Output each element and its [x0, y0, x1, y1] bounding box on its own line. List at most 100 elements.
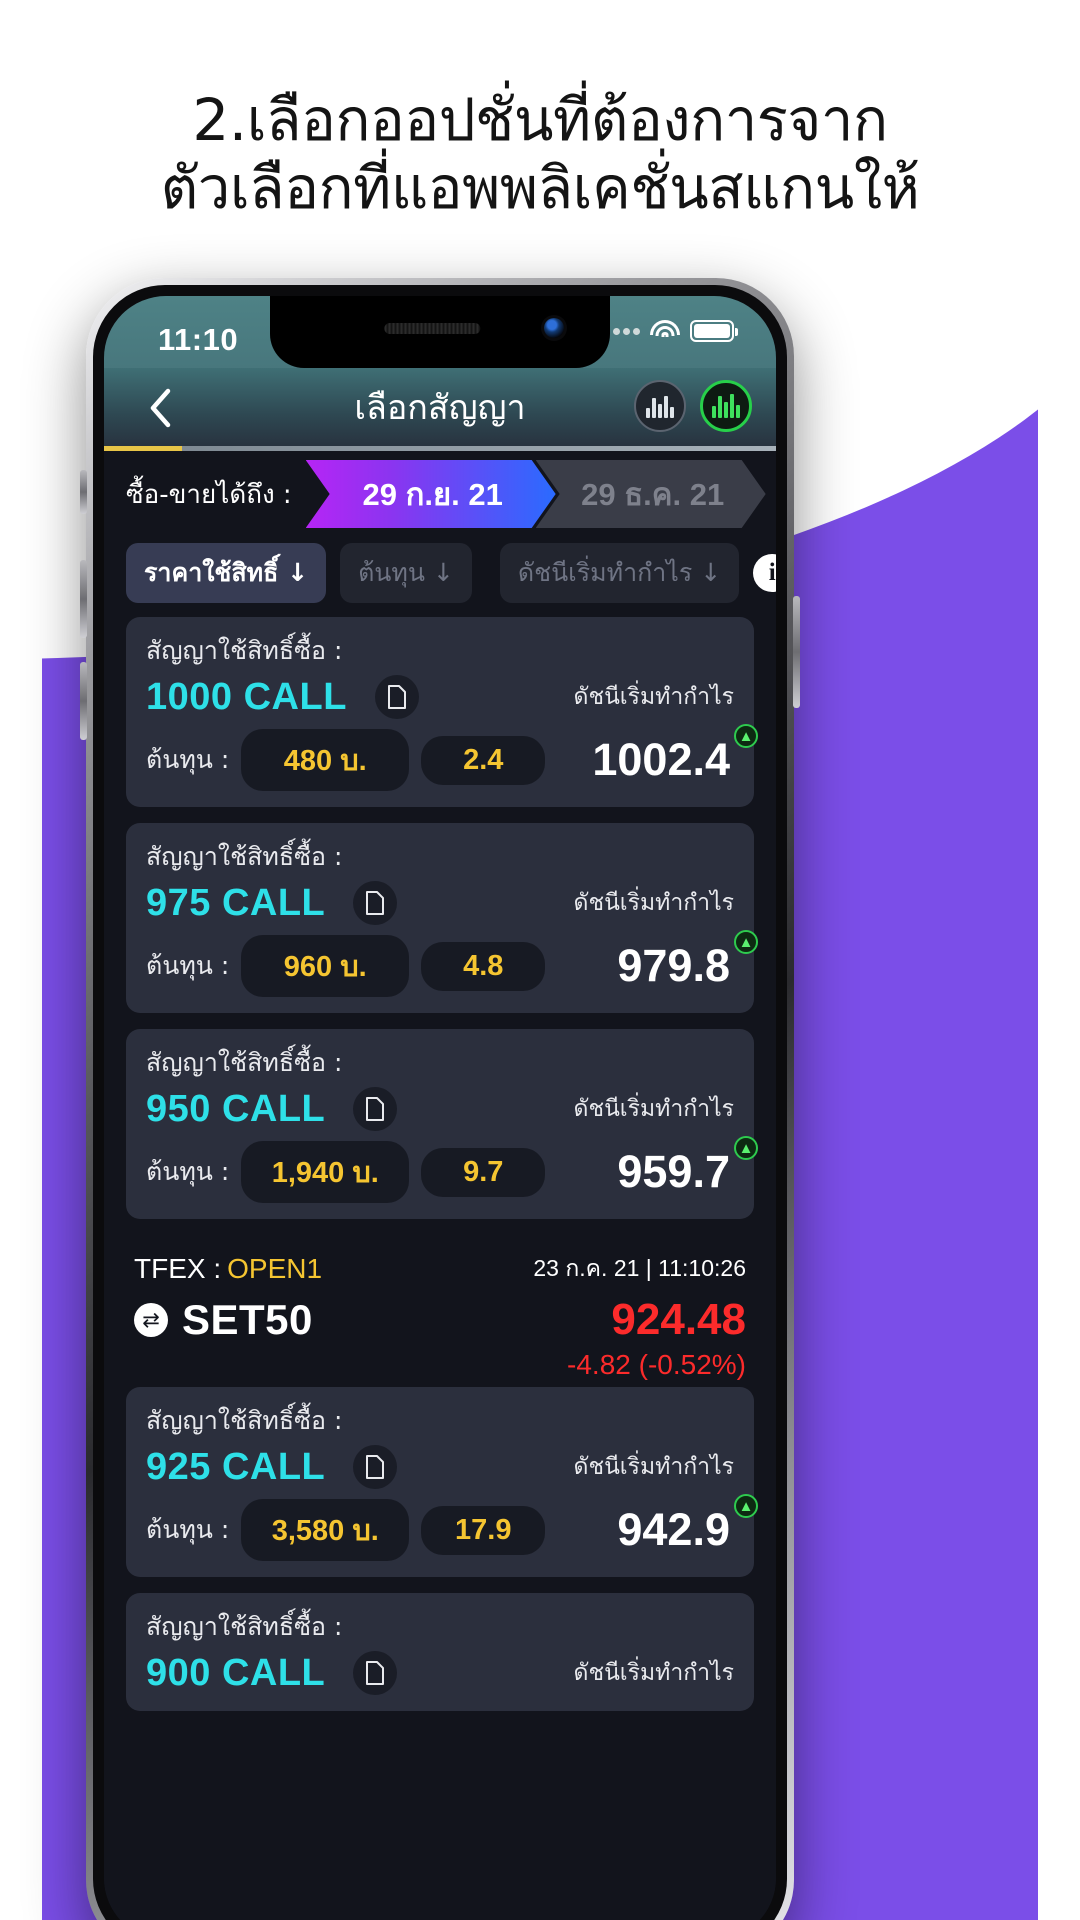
- card-strike-row: 1000 CALL ดัชนีเริ่มทำกำไร: [146, 675, 734, 719]
- breakeven-label: ดัชนีเริ่มทำกำไร: [573, 1096, 734, 1122]
- quote-change-row: -4.82 (-0.52%): [134, 1349, 746, 1381]
- cost-points-pill: 17.9: [421, 1505, 546, 1555]
- option-cards-bottom: สัญญาใช้สิทธิ์ซื้อ : 925 CALL ดัชนีเริ่ม…: [104, 1387, 776, 1711]
- filter-chip-strike-price[interactable]: ราคาใช้สิทธิ์ ↓: [126, 543, 327, 603]
- signal-chart-bars: [712, 394, 740, 418]
- page-root: 2.เลือกออปชั่นที่ต้องการจาก ตัวเลือกที่แ…: [0, 0, 1080, 1920]
- expiry-label: ซื้อ-ขายได้ถึง :: [126, 479, 292, 510]
- option-card[interactable]: สัญญาใช้สิทธิ์ซื้อ : 1000 CALL ดัชนีเริ่…: [126, 617, 758, 807]
- set50-quote-block[interactable]: TFEX : OPEN1 23 ก.ค. 21 | 11:10:26 ⇄ SET…: [104, 1235, 776, 1387]
- nav-action-icons: [634, 380, 752, 432]
- strike-price: 975 CALL: [146, 881, 326, 924]
- card-strike-row: 950 CALL ดัชนีเริ่มทำกำไร: [146, 1087, 734, 1131]
- copy-icon: [366, 1097, 385, 1121]
- copy-icon: [366, 891, 385, 915]
- info-icon[interactable]: i: [753, 554, 776, 592]
- chevron-left-icon: [150, 388, 171, 428]
- battery-icon: [690, 320, 738, 342]
- cost-label: ต้นทุน :: [146, 951, 230, 980]
- breakeven-number: 1002.4: [592, 734, 730, 785]
- expiry-tab-0[interactable]: 29 ก.ย. 21: [306, 460, 556, 528]
- contract-label: สัญญาใช้สิทธิ์ซื้อ :: [146, 636, 343, 665]
- copy-button[interactable]: [353, 1087, 398, 1131]
- card-strike-row: 900 CALL ดัชนีเริ่มทำกำไร: [146, 1651, 734, 1695]
- contract-label: สัญญาใช้สิทธิ์ซื้อ :: [146, 1612, 343, 1641]
- signal-chart-icon[interactable]: [700, 380, 752, 432]
- cost-label: ต้นทุน :: [146, 745, 230, 774]
- cellular-signal-icon: [613, 327, 640, 335]
- cost-baht-pill: 3,580 บ.: [241, 1499, 410, 1561]
- breakeven-label: ดัชนีเริ่มทำกำไร: [573, 684, 734, 710]
- copy-icon: [366, 1661, 385, 1685]
- phone-power-button: [793, 596, 800, 708]
- filter-chip-breakeven[interactable]: ดัชนีเริ่มทำกำไร ↓: [499, 543, 740, 603]
- option-card[interactable]: สัญญาใช้สิทธิ์ซื้อ : 925 CALL ดัชนีเริ่ม…: [126, 1387, 758, 1577]
- copy-button[interactable]: [374, 675, 419, 719]
- instruction-heading: 2.เลือกออปชั่นที่ต้องการจาก ตัวเลือกที่แ…: [0, 86, 1080, 223]
- breakeven-header: ดัชนีเริ่มทำกำไร: [574, 1655, 734, 1691]
- strike-price: 925 CALL: [146, 1445, 326, 1488]
- copy-button[interactable]: [353, 1445, 398, 1489]
- breakeven-header: ดัชนีเริ่มทำกำไร: [574, 1091, 734, 1127]
- expiry-selector-row: ซื้อ-ขายได้ถึง : 29 ก.ย. 21 29 ธ.ค. 21 •…: [104, 451, 776, 537]
- copy-button[interactable]: [353, 881, 398, 925]
- white-right-margin: [1038, 0, 1080, 1920]
- market-label: TFEX :: [134, 1253, 222, 1284]
- cost-points-pill: 4.8: [421, 941, 546, 991]
- status-bar-time: 11:10: [158, 322, 239, 357]
- cost-baht-pill: 960 บ.: [241, 935, 410, 997]
- option-card[interactable]: สัญญาใช้สิทธิ์ซื้อ : 950 CALL ดัชนีเริ่ม…: [126, 1029, 758, 1219]
- contract-label: สัญญาใช้สิทธิ์ซื้อ :: [146, 1406, 343, 1435]
- card-strike-row: 925 CALL ดัชนีเริ่มทำกำไร: [146, 1445, 734, 1489]
- back-button[interactable]: [134, 382, 186, 434]
- cost-points-pill: 9.7: [421, 1147, 546, 1197]
- breakeven-value: 1002.4 ▲: [592, 724, 758, 786]
- cost-label: ต้นทุน :: [146, 1515, 230, 1544]
- heading-line-1: 2.เลือกออปชั่นที่ต้องการจาก: [192, 86, 888, 154]
- cost-baht-pill: 1,940 บ.: [241, 1141, 410, 1203]
- copy-button[interactable]: [353, 1651, 398, 1695]
- breakeven-value: 979.8 ▲: [617, 930, 758, 992]
- expiry-tabs: 29 ก.ย. 21 29 ธ.ค. 21 •••: [306, 460, 776, 528]
- nav-underline: [104, 446, 776, 451]
- breakeven-header: ดัชนีเริ่มทำกำไร: [574, 1449, 734, 1485]
- quote-header-row: TFEX : OPEN1 23 ก.ค. 21 | 11:10:26: [134, 1251, 746, 1287]
- equalizer-bars: [646, 394, 674, 418]
- breakeven-header: ดัชนีเริ่มทำกำไร: [574, 885, 734, 921]
- breakeven-header: ดัชนีเริ่มทำกำไร: [574, 679, 734, 715]
- strike-price: 950 CALL: [146, 1087, 326, 1130]
- card-cost-row: ต้นทุน : 960 บ. 4.8 979.8 ▲: [146, 930, 758, 997]
- expiry-tab-1[interactable]: 29 ธ.ค. 21: [536, 460, 766, 528]
- cost-points-pill: 2.4: [421, 735, 546, 785]
- strike-price: 900 CALL: [146, 1651, 326, 1694]
- contract-label: สัญญาใช้สิทธิ์ซื้อ :: [146, 842, 343, 871]
- card-cost-row: ต้นทุน : 1,940 บ. 9.7 959.7 ▲: [146, 1136, 758, 1203]
- copy-icon: [387, 685, 406, 709]
- breakeven-label: ดัชนีเริ่มทำกำไร: [573, 890, 734, 916]
- nav-underline-active: [104, 446, 182, 451]
- quote-symbol-row: ⇄ SET50 924.48: [134, 1295, 746, 1345]
- wifi-icon: [650, 320, 680, 342]
- app-nav-bar: เลือกสัญญา: [104, 368, 776, 446]
- heading-line-2: ตัวเลือกที่แอพพลิเคชั่นสแกนให้: [160, 154, 920, 223]
- quote-change: -4.82 (-0.52%): [567, 1349, 746, 1380]
- option-card[interactable]: สัญญาใช้สิทธิ์ซื้อ : 900 CALL ดัชนีเริ่ม…: [126, 1593, 754, 1711]
- quote-timestamp: 23 ก.ค. 21 | 11:10:26: [533, 1255, 746, 1281]
- white-left-margin: [0, 0, 42, 1920]
- strike-price: 1000 CALL: [146, 675, 347, 718]
- app-content: ซื้อ-ขายได้ถึง : 29 ก.ย. 21 29 ธ.ค. 21 •…: [104, 451, 776, 1920]
- filter-chips-row: ราคาใช้สิทธิ์ ↓ ต้นทุน ↓ ดัชนีเริ่มทำกำไ…: [104, 537, 776, 617]
- up-arrow-badge-icon: ▲: [734, 930, 758, 954]
- filter-chip-cost[interactable]: ต้นทุน ↓: [340, 543, 472, 603]
- phone-screen: 11:10 เลือกสัญญา ซื้อ-ขายได้ถึง: 29 ก.ย…: [104, 296, 776, 1920]
- phone-volume-down-button: [80, 662, 87, 740]
- copy-icon: [366, 1455, 385, 1479]
- equalizer-icon[interactable]: [634, 380, 686, 432]
- breakeven-value: 959.7 ▲: [617, 1136, 758, 1198]
- breakeven-number: 959.7: [617, 1146, 730, 1197]
- phone-bezel: 11:10 เลือกสัญญา ซื้อ-ขายได้ถึง: 29 ก.ย…: [93, 285, 787, 1920]
- option-card[interactable]: สัญญาใช้สิทธิ์ซื้อ : 975 CALL ดัชนีเริ่ม…: [126, 823, 758, 1013]
- front-camera-icon: [544, 318, 564, 338]
- phone-notch: [270, 296, 610, 368]
- phone-mute-switch: [80, 470, 87, 514]
